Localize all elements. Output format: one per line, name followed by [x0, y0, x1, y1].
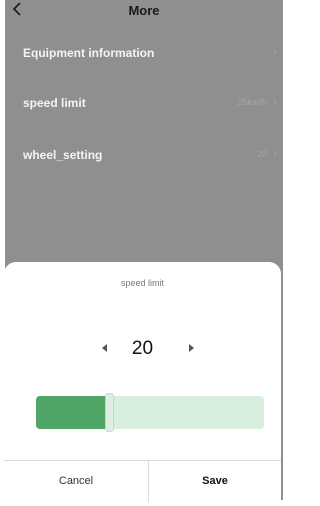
chevron-right-icon: ›	[273, 148, 277, 160]
top-bar: More	[5, 0, 283, 24]
row-label: speed limit	[23, 96, 86, 110]
row-label: Equipment information	[23, 46, 155, 60]
speed-limit-dialog: speed limit 20 Cancel Save	[4, 262, 281, 502]
row-value: 20	[256, 149, 267, 159]
save-button[interactable]: Save	[149, 460, 281, 502]
speed-stepper: 20	[4, 336, 281, 362]
chevron-right-icon: ›	[273, 96, 277, 108]
row-label: wheel_setting	[23, 148, 103, 162]
cancel-button[interactable]: Cancel	[4, 460, 148, 502]
chevron-right-icon: ›	[273, 46, 277, 58]
stepper-value: 20	[131, 338, 154, 359]
settings-row-equipment-information[interactable]: Equipment information ›	[5, 38, 283, 68]
slider-thumb[interactable]	[105, 393, 114, 432]
page-title: More	[128, 3, 160, 18]
settings-row-wheel-setting[interactable]: wheel_setting 20 ›	[5, 140, 283, 170]
speed-slider[interactable]	[36, 393, 264, 432]
slider-fill	[36, 396, 107, 429]
dialog-title: speed limit	[120, 278, 165, 288]
row-value: 25km/h	[237, 97, 267, 107]
settings-row-speed-limit[interactable]: speed limit 25km/h ›	[5, 88, 283, 118]
triangle-right-icon[interactable]	[185, 341, 197, 355]
